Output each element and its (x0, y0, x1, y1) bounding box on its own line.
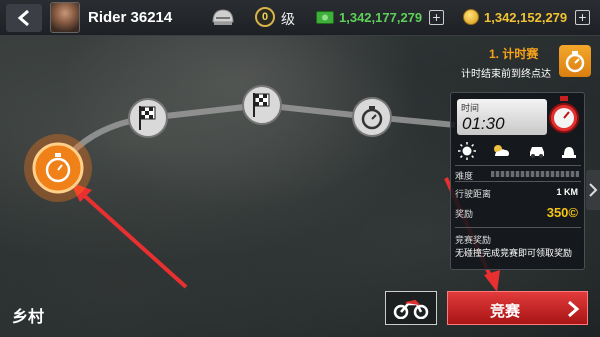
race-button[interactable]: 竞赛 (447, 291, 588, 325)
stopwatch-icon (565, 51, 585, 73)
event-type-icon (559, 45, 591, 77)
divider (455, 165, 581, 166)
back-button[interactable] (6, 4, 42, 32)
reward-label: 奖励 (455, 209, 474, 219)
route-node-timer[interactable] (352, 97, 392, 137)
avatar[interactable] (50, 2, 80, 33)
coin-value: 1,342,152,279 (484, 10, 568, 25)
time-box: 时间 01:30 (457, 99, 547, 135)
region-label: 乡村 (12, 309, 45, 326)
player-name: Rider 36214 (88, 9, 173, 26)
cloud-icon (494, 145, 509, 156)
reward-value: 350© (546, 205, 578, 220)
helmet-icon[interactable] (210, 5, 236, 31)
sun-icon (458, 142, 476, 160)
route-node-flag-2[interactable] (242, 85, 282, 125)
time-value: 01:30 (462, 114, 505, 133)
divider (455, 227, 581, 228)
level-label: 级 (281, 11, 295, 27)
next-event-button[interactable] (586, 170, 600, 210)
add-coins-button[interactable]: + (575, 10, 590, 25)
chevron-right-icon (589, 183, 598, 197)
chevron-right-icon (568, 300, 579, 318)
difficulty-bar (491, 171, 579, 177)
coin-icon (463, 9, 479, 25)
motorcycle-button[interactable] (385, 291, 437, 325)
route-node-flag-1[interactable] (128, 98, 168, 138)
stopwatch-icon (549, 96, 579, 133)
cash-value: 1,342,177,279 (339, 10, 423, 25)
siren-icon (562, 147, 576, 158)
top-bar: Rider 36214 0 级 1,342,177,279 + 1,342,15… (0, 0, 600, 36)
guide-arrow-left (76, 188, 188, 289)
extra-reward-label: 竞赛奖励 (455, 235, 492, 245)
race-button-label: 竞赛 (490, 303, 521, 320)
car-icon (530, 147, 544, 158)
event-subtitle: 计时结束前到终点达 (461, 69, 551, 80)
guide-arrow-right-head (484, 270, 500, 292)
extra-reward-desc: 无碰撞完成竞赛即可领取奖励 (455, 248, 573, 258)
route-node-active[interactable] (24, 134, 92, 202)
back-icon (17, 9, 29, 27)
divider (455, 181, 581, 182)
event-info-panel: 时间 01:30 难度 行驶距离 1 KM 奖励 350© 竞赛奖励 无碰撞完成… (450, 92, 585, 270)
add-cash-button[interactable]: + (429, 10, 444, 25)
event-title: 1. 计时赛 (489, 47, 539, 61)
cash-icon (316, 11, 334, 24)
time-label: 时间 (461, 103, 480, 113)
distance-label: 行驶距离 (455, 189, 492, 199)
distance-value: 1 KM (556, 187, 578, 197)
motorcycle-icon (393, 299, 429, 319)
level-badge: 0 (255, 7, 275, 27)
